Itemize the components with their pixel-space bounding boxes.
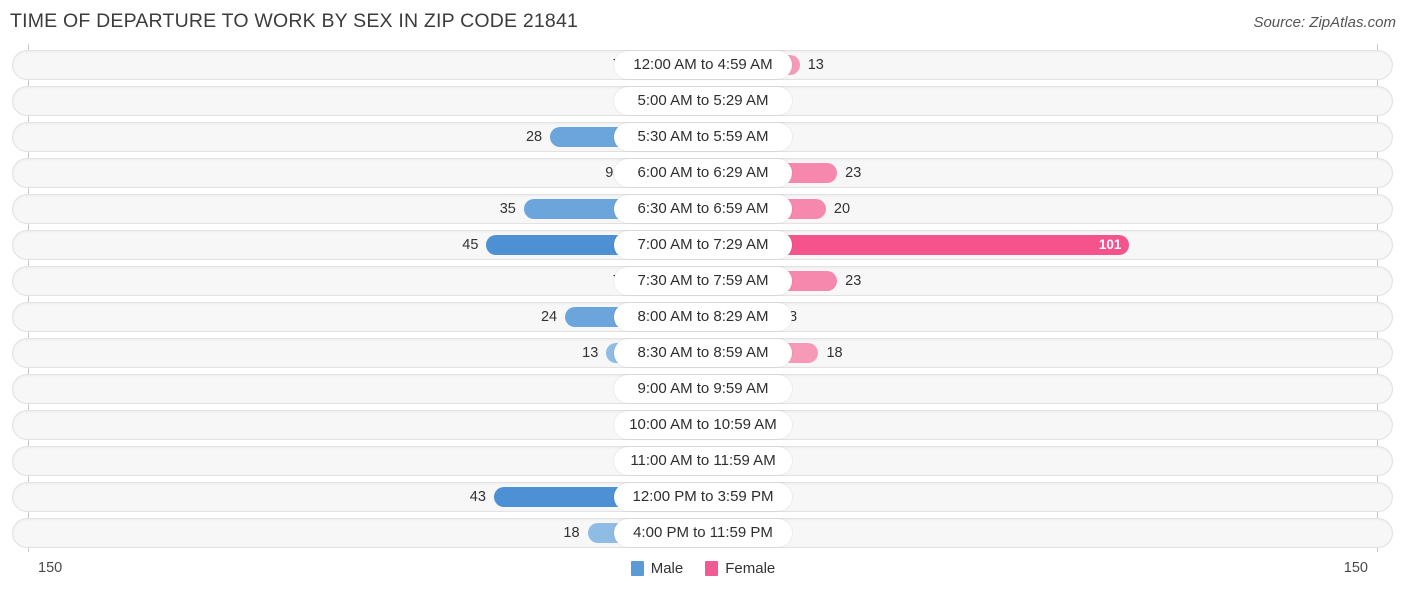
bar-row: 005:00 AM to 5:29 AM — [0, 86, 1406, 116]
legend-swatch-female-icon — [705, 561, 719, 576]
category-label: 7:00 AM to 7:29 AM — [614, 231, 792, 259]
category-label: 7:30 AM to 7:59 AM — [614, 267, 792, 295]
category-label: 10:00 AM to 10:59 AM — [614, 411, 792, 439]
category-label: 12:00 AM to 4:59 AM — [614, 51, 792, 79]
value-label-male: 35 — [499, 201, 516, 217]
page-title: TIME OF DEPARTURE TO WORK BY SEX IN ZIP … — [10, 10, 579, 32]
value-label-female: 13 — [807, 57, 824, 73]
value-label-male: 13 — [582, 345, 599, 361]
chart-plot-area: 7 13 12:00 AM to 4:59 AM 005:00 AM to 5:29 … — [0, 44, 1406, 552]
chart-footer: 150 150 Male Female — [0, 552, 1406, 595]
category-label: 11:00 AM to 11:59 AM — [614, 447, 792, 475]
bar-row: 1804:00 PM to 11:59 PM — [0, 518, 1406, 548]
value-label-male: 45 — [462, 237, 479, 253]
category-label: 8:00 AM to 8:29 AM — [614, 303, 792, 331]
chart-header: TIME OF DEPARTURE TO WORK BY SEX IN ZIP … — [0, 0, 1406, 44]
legend-item-female[interactable]: Female — [705, 560, 775, 577]
bar-row: 7 13 12:00 AM to 4:59 AM — [0, 50, 1406, 80]
value-label-male: 28 — [525, 129, 543, 145]
bar-row: 009:00 AM to 9:59 AM — [0, 374, 1406, 404]
category-label: 9:00 AM to 9:59 AM — [614, 375, 792, 403]
category-label: 5:30 AM to 5:59 AM — [614, 123, 792, 151]
category-label: 8:30 AM to 8:59 AM — [614, 339, 792, 367]
value-label-female: 18 — [826, 345, 843, 361]
value-label-male: 9 — [605, 165, 614, 181]
value-label-male: 43 — [469, 489, 486, 505]
source-attribution: Source: ZipAtlas.com — [1253, 14, 1396, 31]
bar-row: 0011:00 AM to 11:59 AM — [0, 446, 1406, 476]
bar-row: 35 20 6:30 AM to 6:59 AM — [0, 194, 1406, 224]
category-label: 6:00 AM to 6:29 AM — [614, 159, 792, 187]
category-label: 6:30 AM to 6:59 AM — [614, 195, 792, 223]
bar-row: 9 23 6:00 AM to 6:29 AM — [0, 158, 1406, 188]
bar-row: 24 8 8:00 AM to 8:29 AM — [0, 302, 1406, 332]
legend-swatch-male-icon — [630, 561, 644, 576]
value-label-male: 18 — [563, 525, 580, 541]
bar-row: 45 101 7:00 AM to 7:29 AM — [0, 230, 1406, 260]
value-label-female: 8 — [788, 309, 798, 325]
value-label-female: 23 — [845, 273, 862, 289]
category-label: 4:00 PM to 11:59 PM — [614, 519, 792, 547]
value-label-male: 7 — [561, 50, 621, 80]
value-label-female: 101 — [1098, 237, 1122, 252]
bar-rows: 7 13 12:00 AM to 4:59 AM 005:00 AM to 5:29 … — [0, 50, 1406, 554]
legend-item-male[interactable]: Male — [630, 560, 684, 577]
legend-label-male: Male — [650, 560, 684, 577]
bar-row: 2805:30 AM to 5:59 AM — [0, 122, 1406, 152]
bar-row: 13 18 8:30 AM to 8:59 AM — [0, 338, 1406, 368]
bar-row: 7 23 7:30 AM to 7:59 AM — [0, 266, 1406, 296]
chart-legend: Male Female — [0, 560, 1406, 577]
bar-row: 43012:00 PM to 3:59 PM — [0, 482, 1406, 512]
value-label-male: 7 — [561, 266, 621, 296]
value-label-female: 23 — [845, 165, 862, 181]
category-label: 5:00 AM to 5:29 AM — [614, 87, 792, 115]
category-label: 12:00 PM to 3:59 PM — [614, 483, 792, 511]
bar-row: 0010:00 AM to 10:59 AM — [0, 410, 1406, 440]
legend-label-female: Female — [725, 560, 776, 577]
value-label-male: 24 — [540, 309, 558, 325]
value-label-female: 20 — [833, 201, 851, 217]
